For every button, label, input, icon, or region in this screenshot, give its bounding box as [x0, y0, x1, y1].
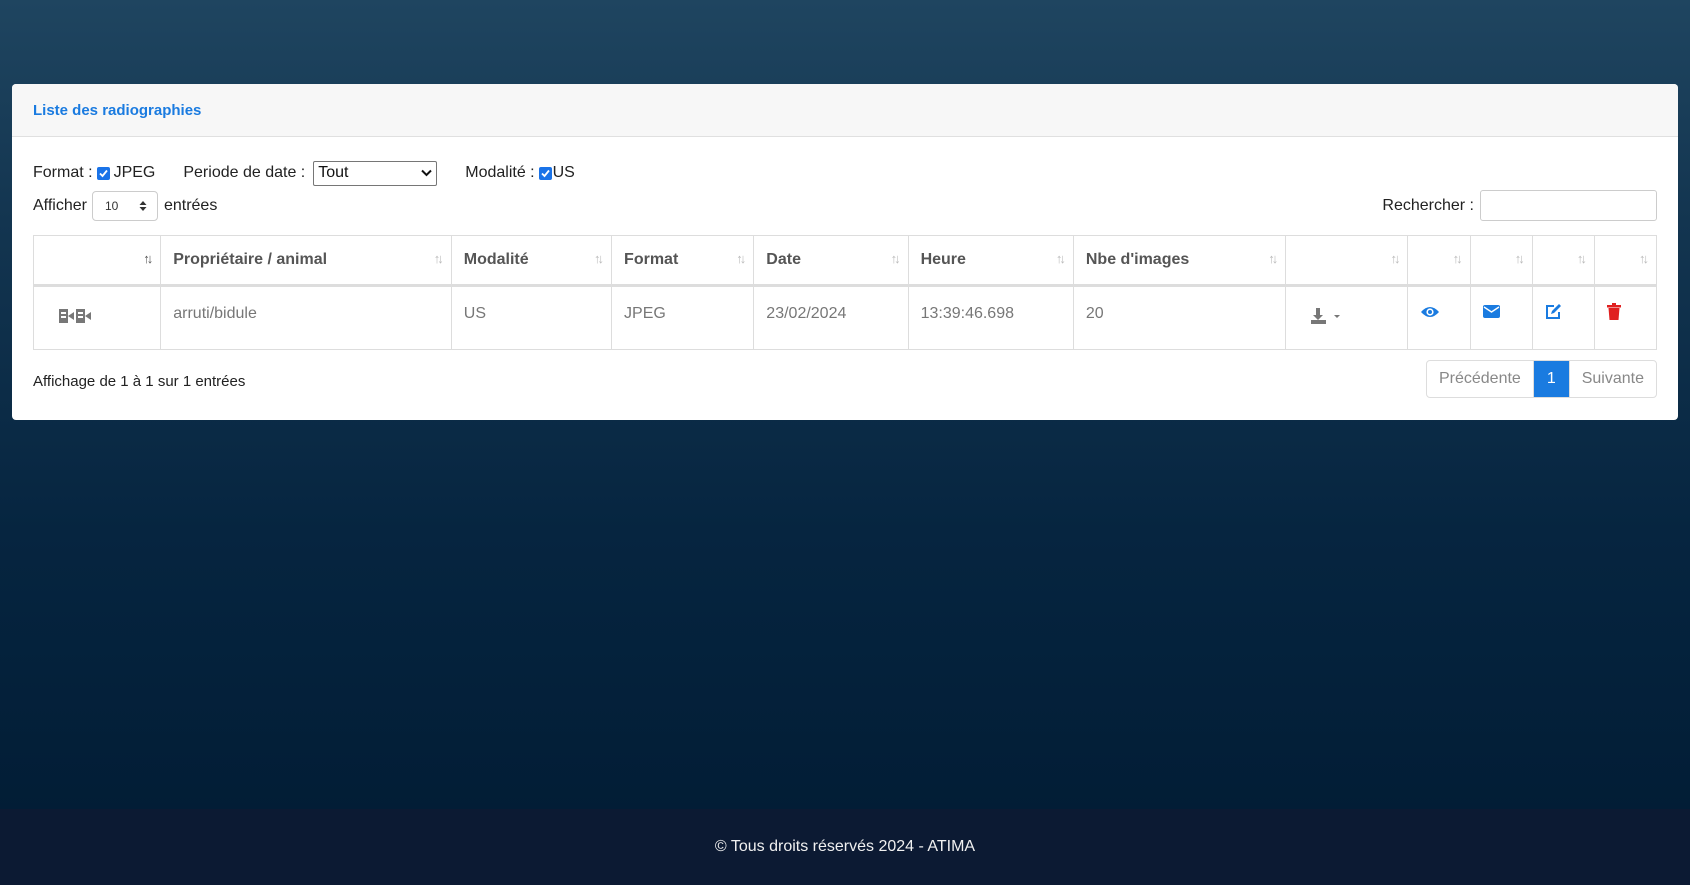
- sort-icon: ↑↓: [736, 251, 746, 266]
- sort-icon: ↑↓: [1639, 251, 1649, 266]
- modality-us-label: US: [552, 164, 575, 181]
- previous-page-button[interactable]: Précédente: [1427, 361, 1534, 397]
- filters-bar: Format : JPEG Periode de date : Tout Mod…: [33, 160, 603, 186]
- column-header-delete[interactable]: ↑↓: [1593, 235, 1658, 287]
- sort-icon: ↑↓: [1390, 251, 1400, 266]
- column-header-mail[interactable]: ↑↓: [1469, 235, 1533, 287]
- search-input[interactable]: [1480, 190, 1657, 221]
- sort-icon: ↑↓: [1055, 251, 1066, 266]
- page-footer: © Tous droits réservés 2024 - ATIMA: [0, 809, 1690, 885]
- table-row: arruti/bidule US JPEG 23/02/2024 13:39:4…: [32, 285, 1658, 350]
- sort-icon: ↑↓: [594, 251, 604, 266]
- column-header-format[interactable]: Format ↑↓: [611, 235, 755, 287]
- entries-per-page-select[interactable]: 10: [91, 191, 158, 221]
- download-dropdown-icon[interactable]: [1310, 307, 1346, 325]
- sort-updown-icon: [139, 201, 147, 211]
- search-label: Rechercher :: [1382, 196, 1474, 214]
- edit-cell: [1531, 285, 1595, 350]
- mail-cell: [1469, 285, 1533, 350]
- search-control: Rechercher :: [1382, 190, 1657, 221]
- expand-rows-icon[interactable]: [58, 307, 96, 325]
- trash-icon[interactable]: [1606, 303, 1621, 320]
- length-suffix: entrées: [163, 197, 218, 214]
- format-label: Format :: [33, 164, 93, 181]
- expand-cell: [32, 285, 162, 350]
- chevron-down-icon: [421, 169, 432, 177]
- column-header-time[interactable]: Heure ↑↓: [907, 235, 1074, 287]
- envelope-icon[interactable]: [1482, 305, 1500, 318]
- length-prefix: Afficher: [33, 197, 87, 214]
- sort-icon: ↑↓: [433, 251, 444, 266]
- table-header-row: ↑↓ Propriétaire / animal ↑↓ Modalité ↑↓ Fo…: [32, 235, 1658, 287]
- view-cell: [1407, 285, 1471, 350]
- date-cell: 23/02/2024: [753, 285, 909, 350]
- column-header-images[interactable]: Nbe d'images ↑↓: [1072, 235, 1287, 287]
- column-header-date[interactable]: Date ↑↓: [753, 235, 909, 287]
- entries-per-page-value: 10: [104, 199, 119, 213]
- format-jpeg-checkbox[interactable]: [96, 166, 110, 180]
- column-header-view[interactable]: ↑↓: [1407, 235, 1471, 287]
- column-header-download[interactable]: ↑↓: [1285, 235, 1409, 287]
- sort-icon: ↑↓: [890, 251, 901, 266]
- edit-icon[interactable]: [1545, 303, 1563, 320]
- modality-us-checkbox[interactable]: [538, 166, 552, 180]
- period-select[interactable]: Tout: [313, 160, 438, 186]
- format-filter: Format : JPEG: [33, 164, 155, 182]
- radiographs-card: Liste des radiographies Format : JPEG Pe…: [12, 84, 1678, 420]
- owner-cell: arruti/bidule: [160, 285, 452, 350]
- radiographs-table: ↑↓ Propriétaire / animal ↑↓ Modalité ↑↓ Fo…: [32, 235, 1658, 350]
- page-1-button[interactable]: 1: [1533, 361, 1569, 397]
- modality-label: Modalité :: [465, 164, 535, 181]
- column-header-edit[interactable]: ↑↓: [1531, 235, 1595, 287]
- card-title: Liste des radiographies: [33, 101, 202, 119]
- pagination: Précédente 1 Suivante: [1425, 360, 1657, 398]
- download-cell: [1285, 285, 1409, 350]
- column-header-modality[interactable]: Modalité ↑↓: [450, 235, 613, 287]
- delete-cell: [1593, 285, 1658, 350]
- modality-cell: US: [450, 285, 613, 350]
- copyright-text: © Tous droits réservés 2024 - ATIMA: [714, 838, 976, 855]
- modality-filter: Modalité : US: [465, 164, 575, 182]
- sort-icon: ↑↓: [1514, 251, 1525, 266]
- length-control: Afficher 10 entrées: [33, 190, 217, 222]
- column-header-expand[interactable]: ↑↓: [32, 235, 162, 287]
- format-jpeg-label: JPEG: [113, 164, 156, 181]
- period-selected-value: Tout: [318, 164, 349, 181]
- format-cell: JPEG: [611, 285, 755, 350]
- time-cell: 13:39:46.698: [907, 285, 1074, 350]
- next-page-button[interactable]: Suivante: [1568, 361, 1656, 397]
- sort-icon: ↑↓: [1452, 251, 1463, 266]
- column-header-owner[interactable]: Propriétaire / animal ↑↓: [160, 235, 452, 287]
- table-info: Affichage de 1 à 1 sur 1 entrées: [33, 373, 246, 390]
- eye-icon[interactable]: [1420, 305, 1440, 319]
- period-label: Periode de date :: [183, 164, 306, 181]
- sort-icon: ↑↓: [1268, 251, 1278, 266]
- sort-icon: ↑↓: [143, 251, 153, 266]
- images-cell: 20: [1072, 285, 1287, 350]
- sort-icon: ↑↓: [1576, 251, 1587, 266]
- card-header: Liste des radiographies: [12, 84, 1678, 137]
- period-filter: Periode de date : Tout: [183, 160, 438, 186]
